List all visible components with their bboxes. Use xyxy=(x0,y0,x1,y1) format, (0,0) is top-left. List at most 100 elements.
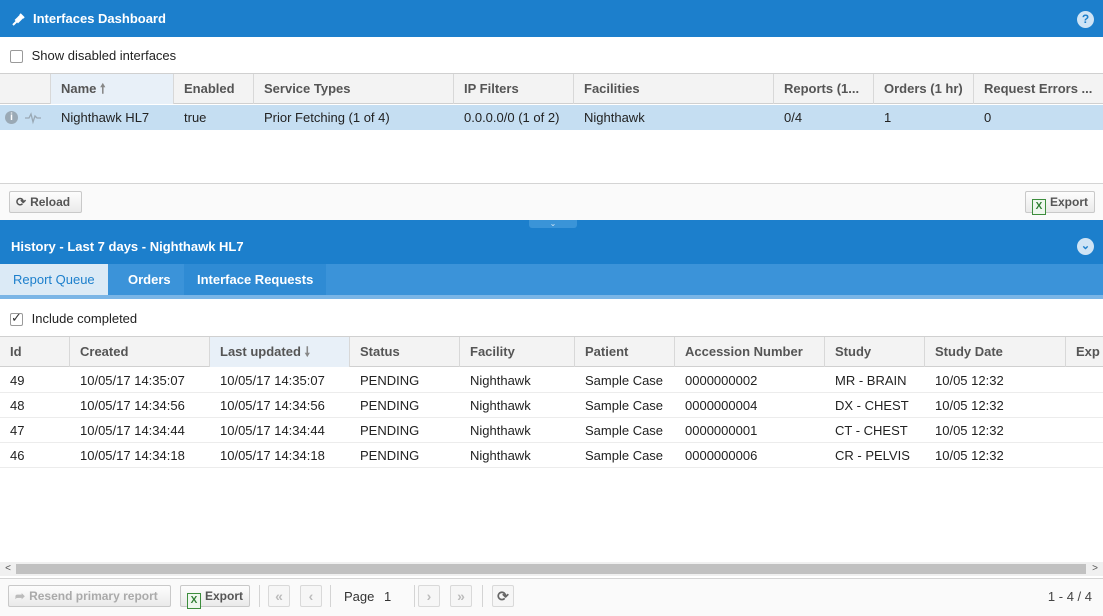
cell-facility: Nighthawk xyxy=(470,448,531,463)
column-patient[interactable]: Patient xyxy=(575,337,675,367)
column-service-types[interactable]: Service Types xyxy=(254,74,454,104)
splitter-collapse-handle[interactable]: ⌄ xyxy=(529,220,577,228)
scroll-right-icon[interactable]: > xyxy=(1087,562,1103,576)
column-status[interactable]: Status xyxy=(350,337,460,367)
tab-orders[interactable]: Orders xyxy=(115,264,184,295)
interface-row[interactable]: i Nighthawk HL7 true Prior Fetching (1 o… xyxy=(0,105,1103,130)
cell-last-updated: 10/05/17 14:34:18 xyxy=(220,448,325,463)
page-label: Page xyxy=(344,589,375,604)
row-icons-column xyxy=(0,74,51,104)
column-enabled[interactable]: Enabled xyxy=(174,74,254,104)
cell-id: 46 xyxy=(10,448,25,463)
first-page-icon[interactable]: « xyxy=(268,585,290,607)
next-page-icon[interactable]: › xyxy=(418,585,440,607)
cell-accession-number: 0000000004 xyxy=(685,398,758,413)
show-disabled-checkbox[interactable] xyxy=(10,50,23,64)
cell-id: 48 xyxy=(10,398,25,413)
separator xyxy=(259,585,260,607)
cell-study: CR - PELVIS xyxy=(835,448,910,463)
cell-created: 10/05/17 14:35:07 xyxy=(80,373,185,388)
last-page-icon[interactable]: » xyxy=(450,585,472,607)
cell-study-date: 10/05 12:32 xyxy=(935,423,1004,438)
info-icon[interactable]: i xyxy=(5,111,18,124)
column-name[interactable]: Name 🠕 xyxy=(51,74,174,104)
cell-status: PENDING xyxy=(360,423,420,438)
cell-patient: Sample Case xyxy=(585,398,664,413)
history-toolbar: ➦ Resend primary report X Export « ‹ Page … xyxy=(0,578,1103,616)
column-exp[interactable]: Exp xyxy=(1066,337,1103,367)
column-facility[interactable]: Facility xyxy=(460,337,575,367)
interface-facilities: Nighthawk xyxy=(584,110,645,125)
cell-status: PENDING xyxy=(360,448,420,463)
export-history-button[interactable]: X Export xyxy=(180,585,250,609)
table-row[interactable]: 46 10/05/17 14:34:18 10/05/17 14:34:18 PEND… xyxy=(0,443,1103,468)
help-icon[interactable]: ? xyxy=(1077,11,1094,28)
page-number-input[interactable]: 1 xyxy=(384,589,412,604)
column-id[interactable]: Id xyxy=(0,337,70,367)
interfaces-toolbar: ⟳ Reload X Export xyxy=(0,183,1103,220)
interfaces-grid-header: Name 🠕 Enabled Service Types IP Filters … xyxy=(0,73,1103,104)
interface-service-types: Prior Fetching (1 of 4) xyxy=(264,110,390,125)
table-row[interactable]: 47 10/05/17 14:34:44 10/05/17 14:34:44 PEND… xyxy=(0,418,1103,443)
include-completed-checkbox[interactable] xyxy=(10,310,23,327)
forward-icon: ➦ xyxy=(15,589,26,603)
scrollbar-thumb[interactable] xyxy=(16,564,1086,574)
column-study[interactable]: Study xyxy=(825,337,925,367)
column-ip-filters[interactable]: IP Filters xyxy=(454,74,574,104)
scroll-left-icon[interactable]: < xyxy=(0,562,16,576)
history-tabs: Report Queue Orders Interface Requests xyxy=(0,264,1103,299)
cell-accession-number: 0000000001 xyxy=(685,423,758,438)
cell-study-date: 10/05 12:32 xyxy=(935,448,1004,463)
column-accession-number[interactable]: Accession Number xyxy=(675,337,825,367)
tab-interface-requests[interactable]: Interface Requests xyxy=(184,264,327,295)
cell-study: MR - BRAIN xyxy=(835,373,907,388)
dashboard-title: Interfaces Dashboard xyxy=(33,11,166,26)
page-range: 1 - 4 / 4 xyxy=(1047,589,1092,604)
history-title: History - Last 7 days - Nighthawk HL7 xyxy=(11,239,244,254)
table-row[interactable]: 48 10/05/17 14:34:56 10/05/17 14:34:56 PEND… xyxy=(0,393,1103,418)
show-disabled-toggle[interactable]: Show disabled interfaces xyxy=(10,48,177,64)
dashboard-header: Interfaces Dashboard ? xyxy=(0,0,1103,37)
cell-study-date: 10/05 12:32 xyxy=(935,373,1004,388)
cell-last-updated: 10/05/17 14:34:44 xyxy=(220,423,325,438)
cell-id: 47 xyxy=(10,423,25,438)
cell-facility: Nighthawk xyxy=(470,423,531,438)
history-header: History - Last 7 days - Nighthawk HL7 ⌄ xyxy=(0,228,1103,264)
excel-icon: X xyxy=(187,593,201,609)
cell-created: 10/05/17 14:34:56 xyxy=(80,398,185,413)
cell-status: PENDING xyxy=(360,398,420,413)
previous-page-icon[interactable]: ‹ xyxy=(300,585,322,607)
cell-created: 10/05/17 14:34:44 xyxy=(80,423,185,438)
column-last-updated[interactable]: Last updated 🠗 xyxy=(210,337,350,367)
show-disabled-label: Show disabled interfaces xyxy=(31,48,177,63)
plug-icon xyxy=(11,11,27,30)
column-study-date[interactable]: Study Date xyxy=(925,337,1066,367)
export-interfaces-button[interactable]: X Export xyxy=(1025,191,1095,215)
interface-enabled: true xyxy=(184,110,207,125)
cell-id: 49 xyxy=(10,373,25,388)
column-created[interactable]: Created xyxy=(70,337,210,367)
table-row[interactable]: 49 10/05/17 14:35:07 10/05/17 14:35:07 PEND… xyxy=(0,368,1103,393)
cell-facility: Nighthawk xyxy=(470,373,531,388)
cell-study-date: 10/05 12:32 xyxy=(935,398,1004,413)
horizontal-scrollbar[interactable]: < > xyxy=(0,562,1103,576)
activity-icon[interactable] xyxy=(24,105,42,139)
reload-button[interactable]: ⟳ Reload xyxy=(9,191,82,213)
refresh-icon[interactable]: ⟳ xyxy=(492,585,514,607)
separator xyxy=(482,585,483,607)
tab-report-queue[interactable]: Report Queue xyxy=(0,264,108,295)
cell-status: PENDING xyxy=(360,373,420,388)
column-orders[interactable]: Orders (1 hr) xyxy=(874,74,974,104)
column-reports[interactable]: Reports (1... xyxy=(774,74,874,104)
include-completed-label: Include completed xyxy=(31,311,138,326)
cell-study: DX - CHEST xyxy=(835,398,909,413)
column-facilities[interactable]: Facilities xyxy=(574,74,774,104)
chevron-down-icon[interactable]: ⌄ xyxy=(1077,238,1094,255)
cell-patient: Sample Case xyxy=(585,423,664,438)
resend-primary-report-button[interactable]: ➦ Resend primary report xyxy=(8,585,171,607)
interface-name: Nighthawk HL7 xyxy=(61,110,150,125)
include-completed-toggle[interactable]: Include completed xyxy=(10,310,138,327)
column-request-errors[interactable]: Request Errors ... xyxy=(974,74,1103,104)
sort-down-icon: 🠗 xyxy=(304,344,311,359)
separator xyxy=(414,585,415,607)
